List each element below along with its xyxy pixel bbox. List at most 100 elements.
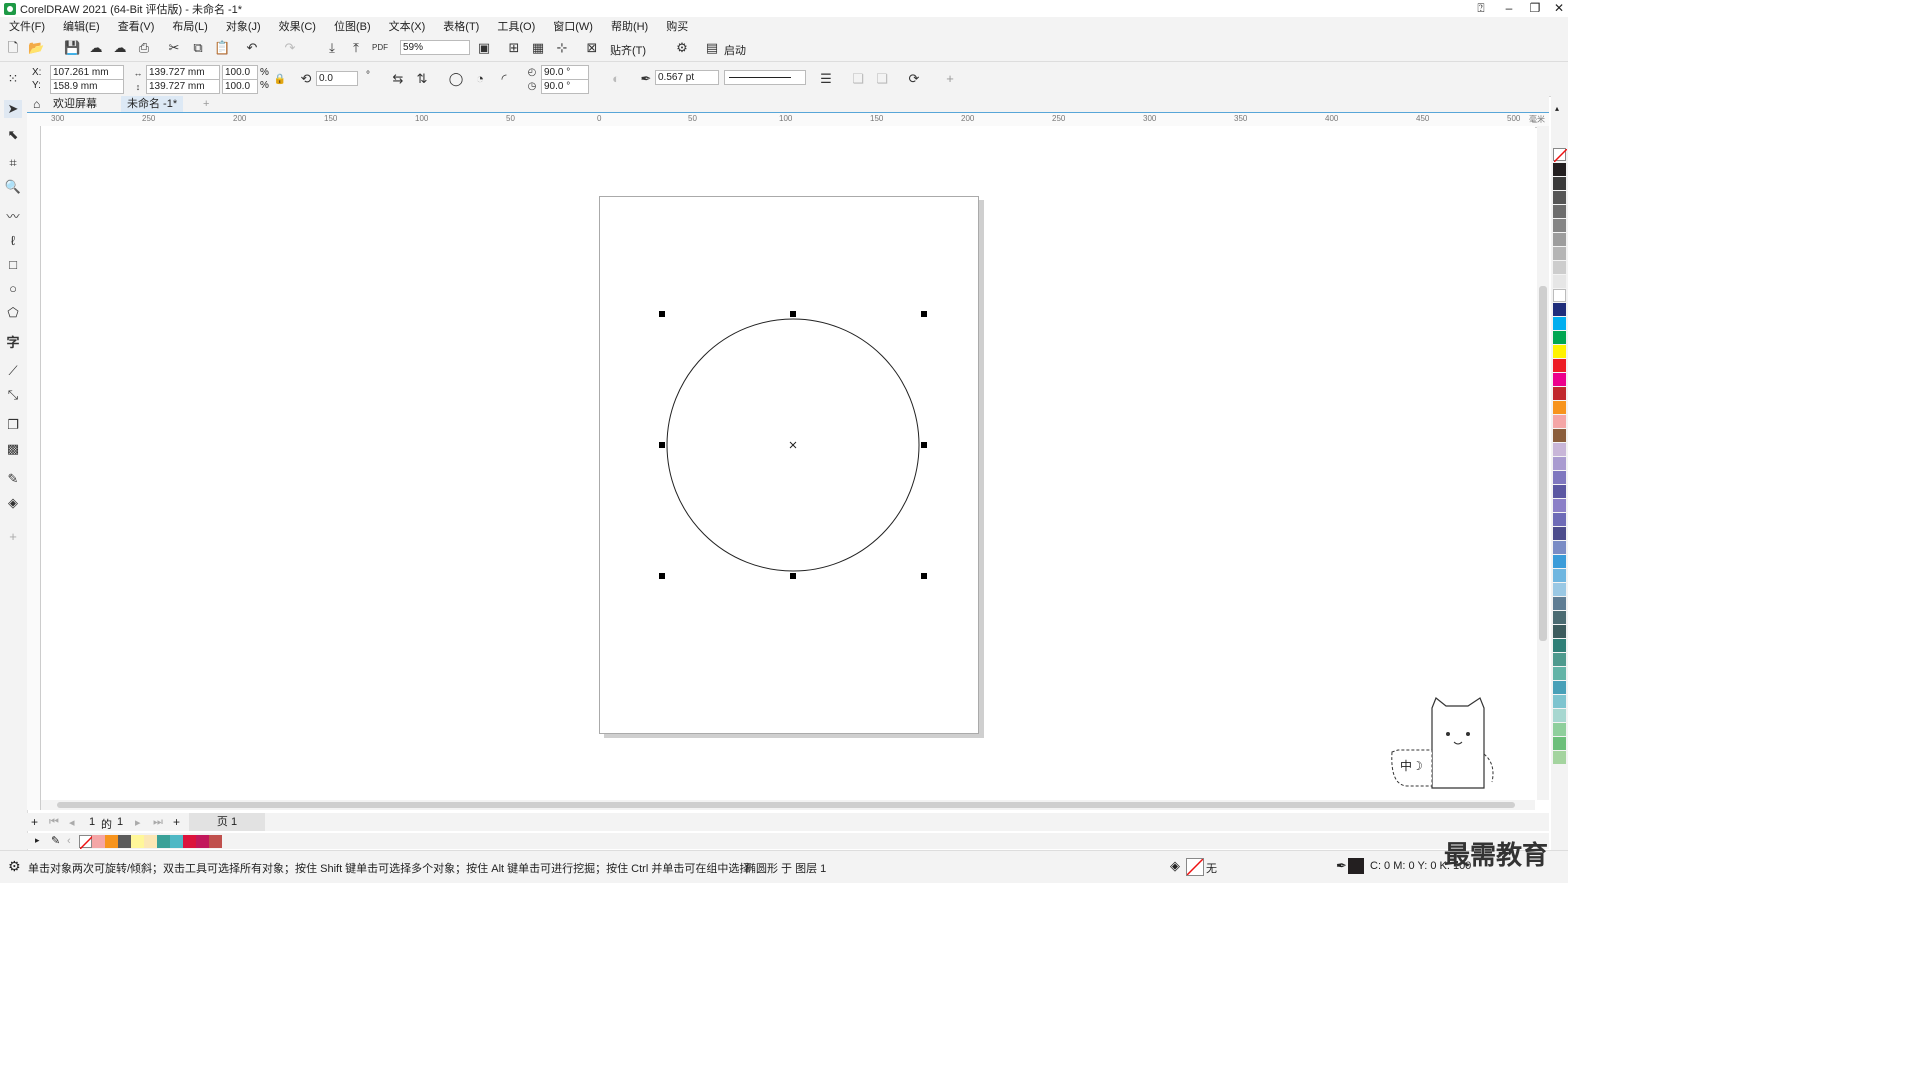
palette-color-swatch[interactable] bbox=[1553, 597, 1566, 610]
palette-color-swatch[interactable] bbox=[1553, 457, 1566, 470]
ime-cat-mascot-icon[interactable]: 中☽ bbox=[1388, 694, 1498, 792]
paste-icon[interactable]: 📋 bbox=[214, 40, 230, 56]
ellipse-mode-icon[interactable]: ◯ bbox=[448, 71, 464, 87]
palette-color-swatch[interactable] bbox=[1553, 583, 1566, 596]
selection-handle[interactable] bbox=[659, 573, 665, 579]
menu-edit[interactable]: 编辑(E) bbox=[54, 18, 109, 34]
object-origin-icon[interactable]: ⁙ bbox=[5, 71, 21, 87]
text-tool-icon[interactable]: 字 bbox=[4, 334, 22, 352]
interactive-fill-tool-icon[interactable]: ◈ bbox=[4, 494, 22, 512]
palette-color-swatch[interactable] bbox=[1553, 233, 1566, 246]
selection-handle[interactable] bbox=[790, 311, 796, 317]
menu-effects[interactable]: 效果(C) bbox=[270, 18, 325, 34]
document-color-swatch[interactable] bbox=[196, 835, 209, 848]
palette-color-swatch[interactable] bbox=[1553, 317, 1566, 330]
mirror-vertical-icon[interactable]: ⇅ bbox=[414, 71, 430, 87]
vertical-scrollbar[interactable] bbox=[1537, 126, 1549, 800]
publish-pdf-icon[interactable]: PDF bbox=[372, 40, 388, 56]
palette-color-swatch[interactable] bbox=[1553, 289, 1566, 302]
drop-shadow-tool-icon[interactable]: ❐ bbox=[4, 416, 22, 434]
last-page-icon[interactable]: ⏭ bbox=[153, 816, 163, 829]
menu-table[interactable]: 表格(T) bbox=[434, 18, 488, 34]
palette-color-swatch[interactable] bbox=[1553, 303, 1566, 316]
pick-tool-icon[interactable]: ➤ bbox=[4, 100, 22, 118]
palette-color-swatch[interactable] bbox=[1553, 709, 1566, 722]
document-color-swatch[interactable] bbox=[105, 835, 118, 848]
new-document-icon[interactable]: 🗋 bbox=[5, 40, 21, 56]
undo-icon[interactable]: ↶ bbox=[244, 40, 260, 56]
zoom-level-field[interactable]: 59% bbox=[400, 40, 470, 55]
print-icon[interactable]: ⎙ bbox=[136, 40, 152, 56]
fill-bucket-icon[interactable]: ◈ bbox=[1170, 858, 1180, 874]
crop-tool-icon[interactable]: ⌗ bbox=[4, 154, 22, 172]
mirror-horizontal-icon[interactable]: ⇆ bbox=[390, 71, 406, 87]
transparency-tool-icon[interactable]: ▩ bbox=[4, 440, 22, 458]
parallel-dimension-tool-icon[interactable]: ⟋ bbox=[4, 362, 22, 380]
change-direction-icon[interactable]: ◐ bbox=[608, 71, 624, 87]
menu-view[interactable]: 查看(V) bbox=[109, 18, 164, 34]
palette-color-swatch[interactable] bbox=[1553, 751, 1566, 764]
menu-tools[interactable]: 工具(O) bbox=[488, 18, 544, 34]
horizontal-scrollbar[interactable] bbox=[41, 800, 1535, 810]
document-color-swatch[interactable] bbox=[79, 835, 93, 849]
launch-icon[interactable]: ▤ bbox=[704, 40, 720, 56]
palette-color-swatch[interactable] bbox=[1553, 611, 1566, 624]
selection-handle[interactable] bbox=[659, 311, 665, 317]
eyedropper-tool-icon[interactable]: ✎ bbox=[4, 470, 22, 488]
palette-color-swatch[interactable] bbox=[1553, 723, 1566, 736]
cloud-upload-icon[interactable]: ☁ bbox=[112, 40, 128, 56]
first-page-icon[interactable]: ⏮ bbox=[49, 816, 59, 829]
pie-mode-icon[interactable]: ◔ bbox=[472, 71, 488, 87]
document-color-swatch[interactable] bbox=[170, 835, 183, 848]
menu-layout[interactable]: 布局(L) bbox=[163, 18, 216, 34]
palette-color-swatch[interactable] bbox=[1553, 345, 1566, 358]
prev-page-icon[interactable]: ◂ bbox=[69, 816, 75, 829]
palette-scroll-up-icon[interactable]: ▴ bbox=[1555, 104, 1559, 113]
cut-icon[interactable]: ✂ bbox=[166, 40, 182, 56]
line-style-dropdown[interactable] bbox=[724, 70, 806, 85]
home-icon[interactable]: ⌂ bbox=[27, 96, 46, 112]
menu-file[interactable]: 文件(F) bbox=[0, 18, 54, 34]
menu-text[interactable]: 文本(X) bbox=[380, 18, 435, 34]
palette-expand-icon[interactable]: ▸ bbox=[35, 835, 40, 846]
palette-color-swatch[interactable] bbox=[1553, 261, 1566, 274]
snap-to-dropdown[interactable]: 贴齐(T) bbox=[610, 42, 646, 58]
launch-dropdown[interactable]: 启动 bbox=[724, 42, 746, 58]
document-color-swatch[interactable] bbox=[118, 835, 131, 848]
rotation-field[interactable]: 0.0 bbox=[316, 71, 358, 86]
palette-color-swatch[interactable] bbox=[1553, 499, 1566, 512]
close-button[interactable]: ✕ bbox=[1546, 0, 1572, 17]
freehand-tool-icon[interactable]: 〰 bbox=[4, 208, 22, 226]
menu-object[interactable]: 对象(J) bbox=[217, 18, 270, 34]
zoom-tool-icon[interactable]: 🔍 bbox=[4, 178, 22, 196]
palette-color-swatch[interactable] bbox=[1553, 205, 1566, 218]
palette-color-swatch[interactable] bbox=[1553, 625, 1566, 638]
selected-ellipse[interactable] bbox=[650, 302, 940, 592]
open-icon[interactable]: 📂 bbox=[28, 40, 44, 56]
copy-icon[interactable]: ⧉ bbox=[190, 40, 206, 56]
wrap-text-icon[interactable]: ☰ bbox=[818, 71, 834, 87]
ellipse-tool-icon[interactable]: ○ bbox=[4, 280, 22, 298]
document-color-swatch[interactable] bbox=[157, 835, 170, 848]
full-screen-icon[interactable]: ▣ bbox=[476, 40, 492, 56]
palette-color-swatch[interactable] bbox=[1553, 569, 1566, 582]
palette-color-swatch[interactable] bbox=[1553, 275, 1566, 288]
start-angle-field[interactable]: 90.0 ° bbox=[541, 65, 589, 80]
menu-bitmaps[interactable]: 位图(B) bbox=[325, 18, 380, 34]
outline-width-field[interactable]: 0.567 pt bbox=[655, 70, 719, 85]
height-field[interactable]: 139.727 mm bbox=[146, 79, 220, 94]
palette-color-swatch[interactable] bbox=[1553, 681, 1566, 694]
palette-scroll-left-icon[interactable]: ‹ bbox=[67, 835, 71, 847]
palette-color-swatch[interactable] bbox=[1553, 555, 1566, 568]
add-tool-icon[interactable]: + bbox=[4, 528, 22, 546]
export-icon[interactable]: ⤒ bbox=[348, 40, 364, 56]
palette-color-swatch[interactable] bbox=[1553, 737, 1566, 750]
width-field[interactable]: 139.727 mm bbox=[146, 65, 220, 80]
palette-color-swatch[interactable] bbox=[1553, 219, 1566, 232]
redo-icon[interactable]: ↷ bbox=[282, 40, 298, 56]
add-property-icon[interactable]: + bbox=[942, 71, 958, 87]
restore-button[interactable]: ❐ bbox=[1522, 0, 1548, 17]
next-page-icon[interactable]: ▸ bbox=[135, 816, 141, 829]
palette-color-swatch[interactable] bbox=[1553, 387, 1566, 400]
document-color-swatch[interactable] bbox=[92, 835, 105, 848]
